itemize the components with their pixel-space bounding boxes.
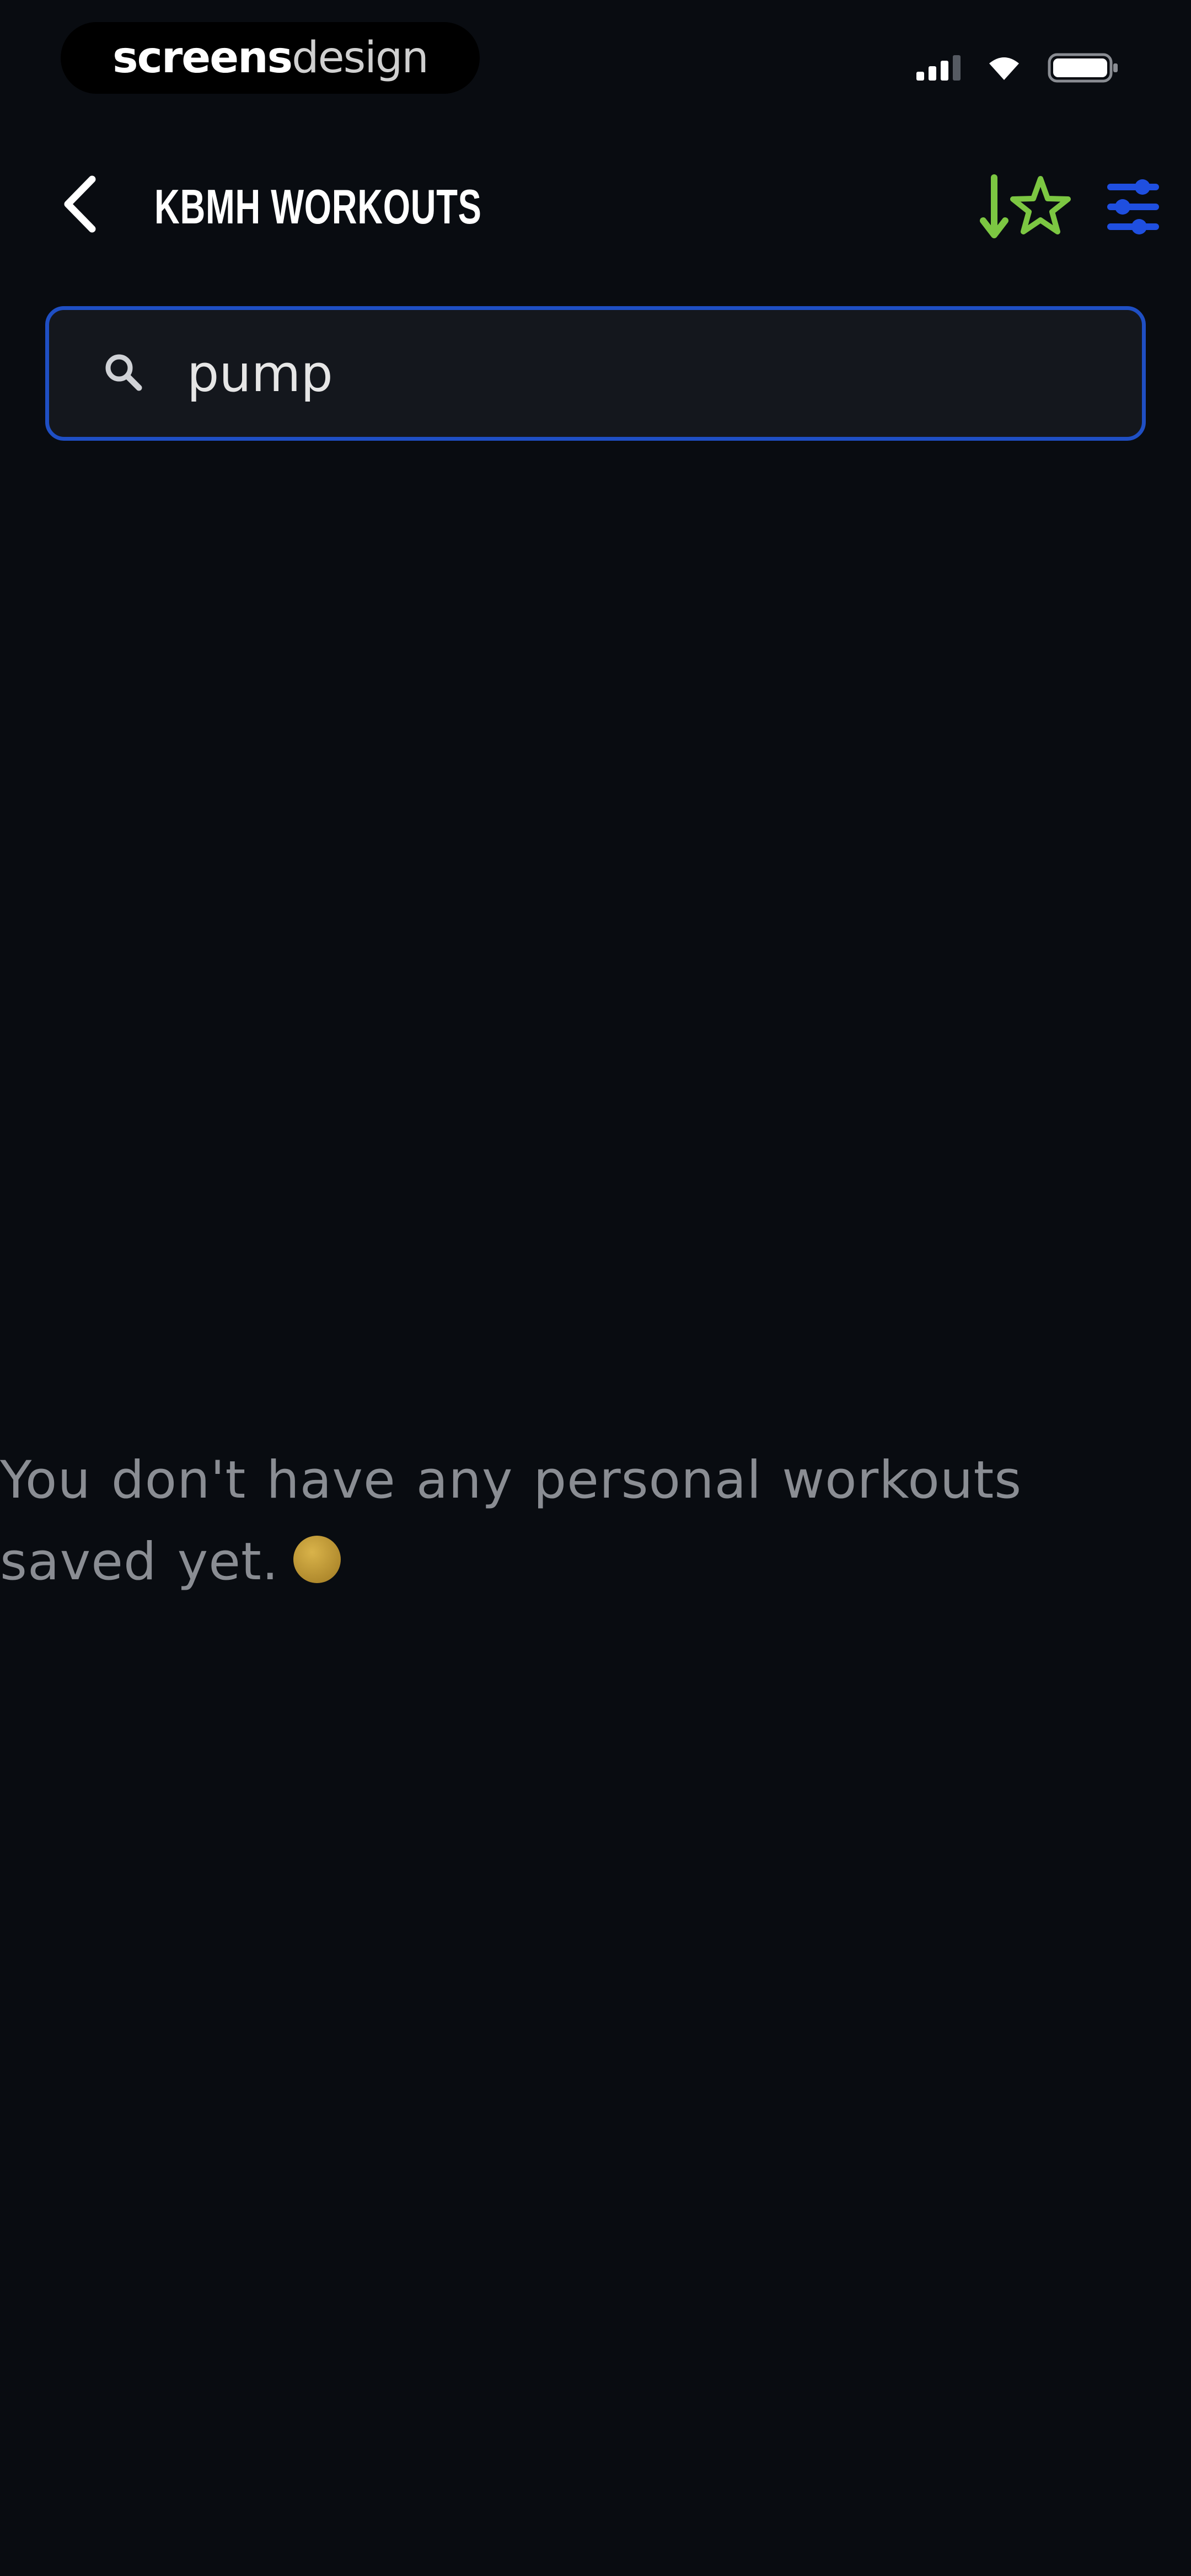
sort-favorites-icon [980,174,1071,238]
empty-state-message: You don't have any personal workouts sav… [0,1440,1185,1603]
battery-icon [1048,51,1119,84]
search-input[interactable] [187,327,1113,420]
status-icons [916,49,1119,87]
brand-strong-text: screens [112,33,293,83]
search-box[interactable] [45,306,1146,441]
nav-bar: KBMH WORKOUTS [0,160,1191,254]
workouts-screen: screens design KBMH WORKOUTS pump You do… [0,0,1191,2576]
search-icon [93,342,154,403]
status-bar: screens design [0,0,1191,127]
wifi-icon [987,55,1021,81]
filter-sliders-icon [1107,179,1159,234]
cellular-signal-icon [916,55,961,81]
page-title: KBMH WORKOUTS [154,179,482,234]
empty-state-text: You don't have any personal workouts sav… [0,1450,1022,1592]
thinking-emoji-icon [293,1536,341,1584]
sort-favorites-button[interactable] [976,168,1075,245]
brand-light-text: design [292,33,429,83]
back-button[interactable] [50,174,110,234]
filter-button[interactable] [1095,168,1172,245]
brand-watermark: screens design [61,22,480,94]
back-chevron-icon [64,175,96,233]
